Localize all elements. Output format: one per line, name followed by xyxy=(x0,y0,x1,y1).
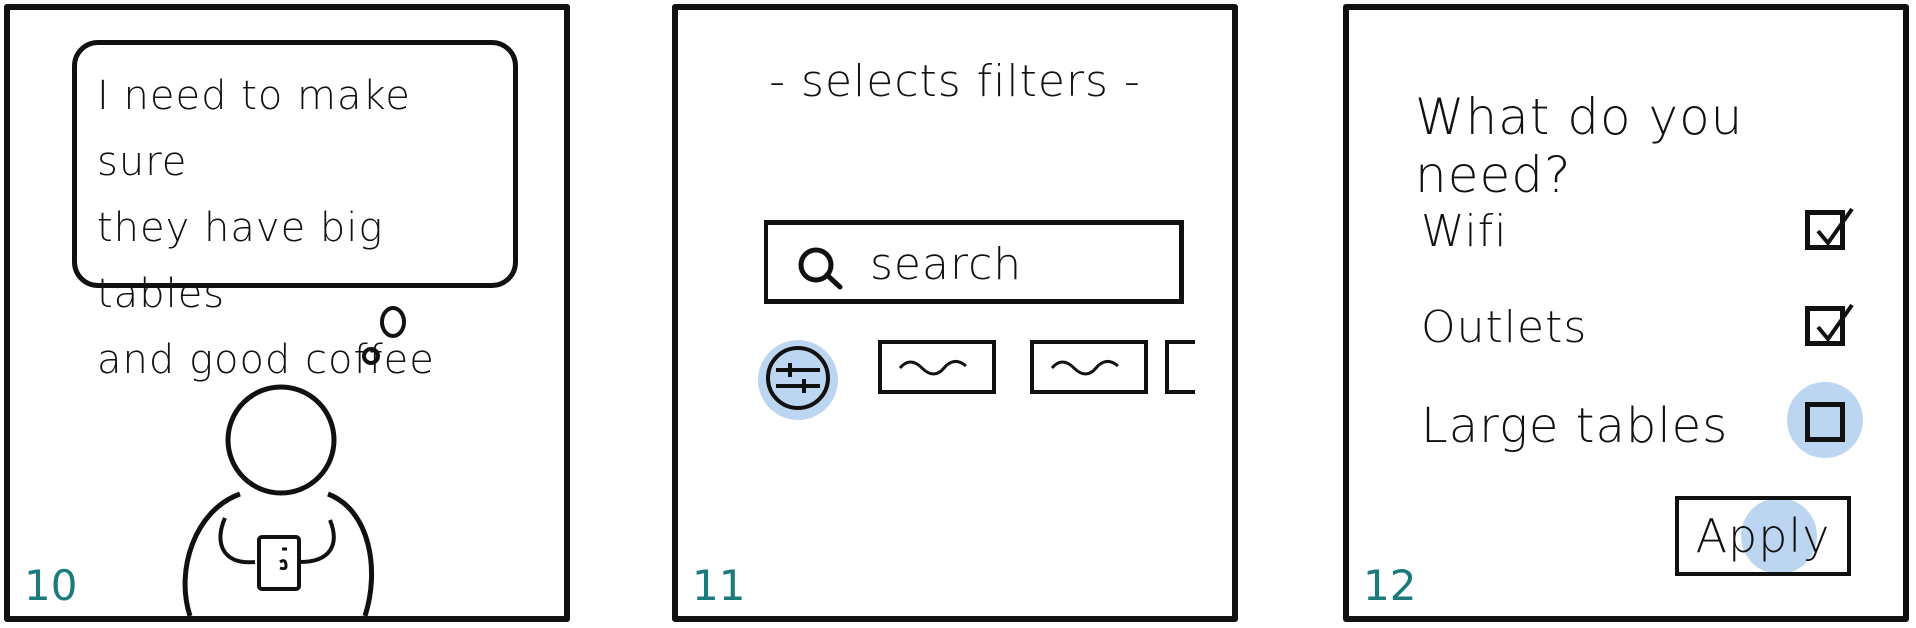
person-head xyxy=(225,384,337,496)
checkmark-icon xyxy=(1816,303,1854,343)
apply-button[interactable]: Apply xyxy=(1675,496,1851,576)
phone-icon xyxy=(257,535,301,591)
option-label-large-tables: Large tables xyxy=(1421,398,1729,454)
panel-number: 10 xyxy=(24,561,78,610)
checkmark-icon xyxy=(1816,207,1854,247)
storyboard-panel-11: - selects filters - search 11 xyxy=(672,4,1238,622)
filter-dialog-title: What do you need? xyxy=(1415,88,1744,204)
filter-icon[interactable] xyxy=(758,340,838,420)
person-arm-left xyxy=(218,517,256,565)
squiggle-icon xyxy=(898,360,967,376)
squiggle-icon xyxy=(1050,360,1119,376)
checkbox-outlets[interactable] xyxy=(1805,303,1854,346)
thought-dot-small xyxy=(362,347,380,365)
checkbox-large-tables[interactable] xyxy=(1805,402,1845,442)
panel-number: 11 xyxy=(692,561,746,610)
filter-chip-2[interactable] xyxy=(1030,340,1148,394)
panel-number: 12 xyxy=(1363,561,1417,610)
filter-chip-3[interactable] xyxy=(1165,340,1195,394)
search-placeholder: search xyxy=(870,239,1023,290)
option-label-wifi: Wifi xyxy=(1421,206,1508,257)
person-arm-right xyxy=(299,519,336,564)
storyboard-panel-10: I need to make sure they have big tables… xyxy=(4,4,570,622)
search-input[interactable]: search xyxy=(764,220,1184,304)
panel-caption: - selects filters - xyxy=(769,56,1141,107)
search-icon xyxy=(798,247,843,290)
person-drawing xyxy=(182,306,406,616)
option-label-outlets: Outlets xyxy=(1421,302,1588,353)
checkbox-wifi[interactable] xyxy=(1805,207,1854,250)
thought-dot-large xyxy=(380,306,406,338)
filter-chip-1[interactable] xyxy=(878,340,996,394)
storyboard-panel-12: What do you need? Wifi Outlets Large tab… xyxy=(1343,4,1909,622)
